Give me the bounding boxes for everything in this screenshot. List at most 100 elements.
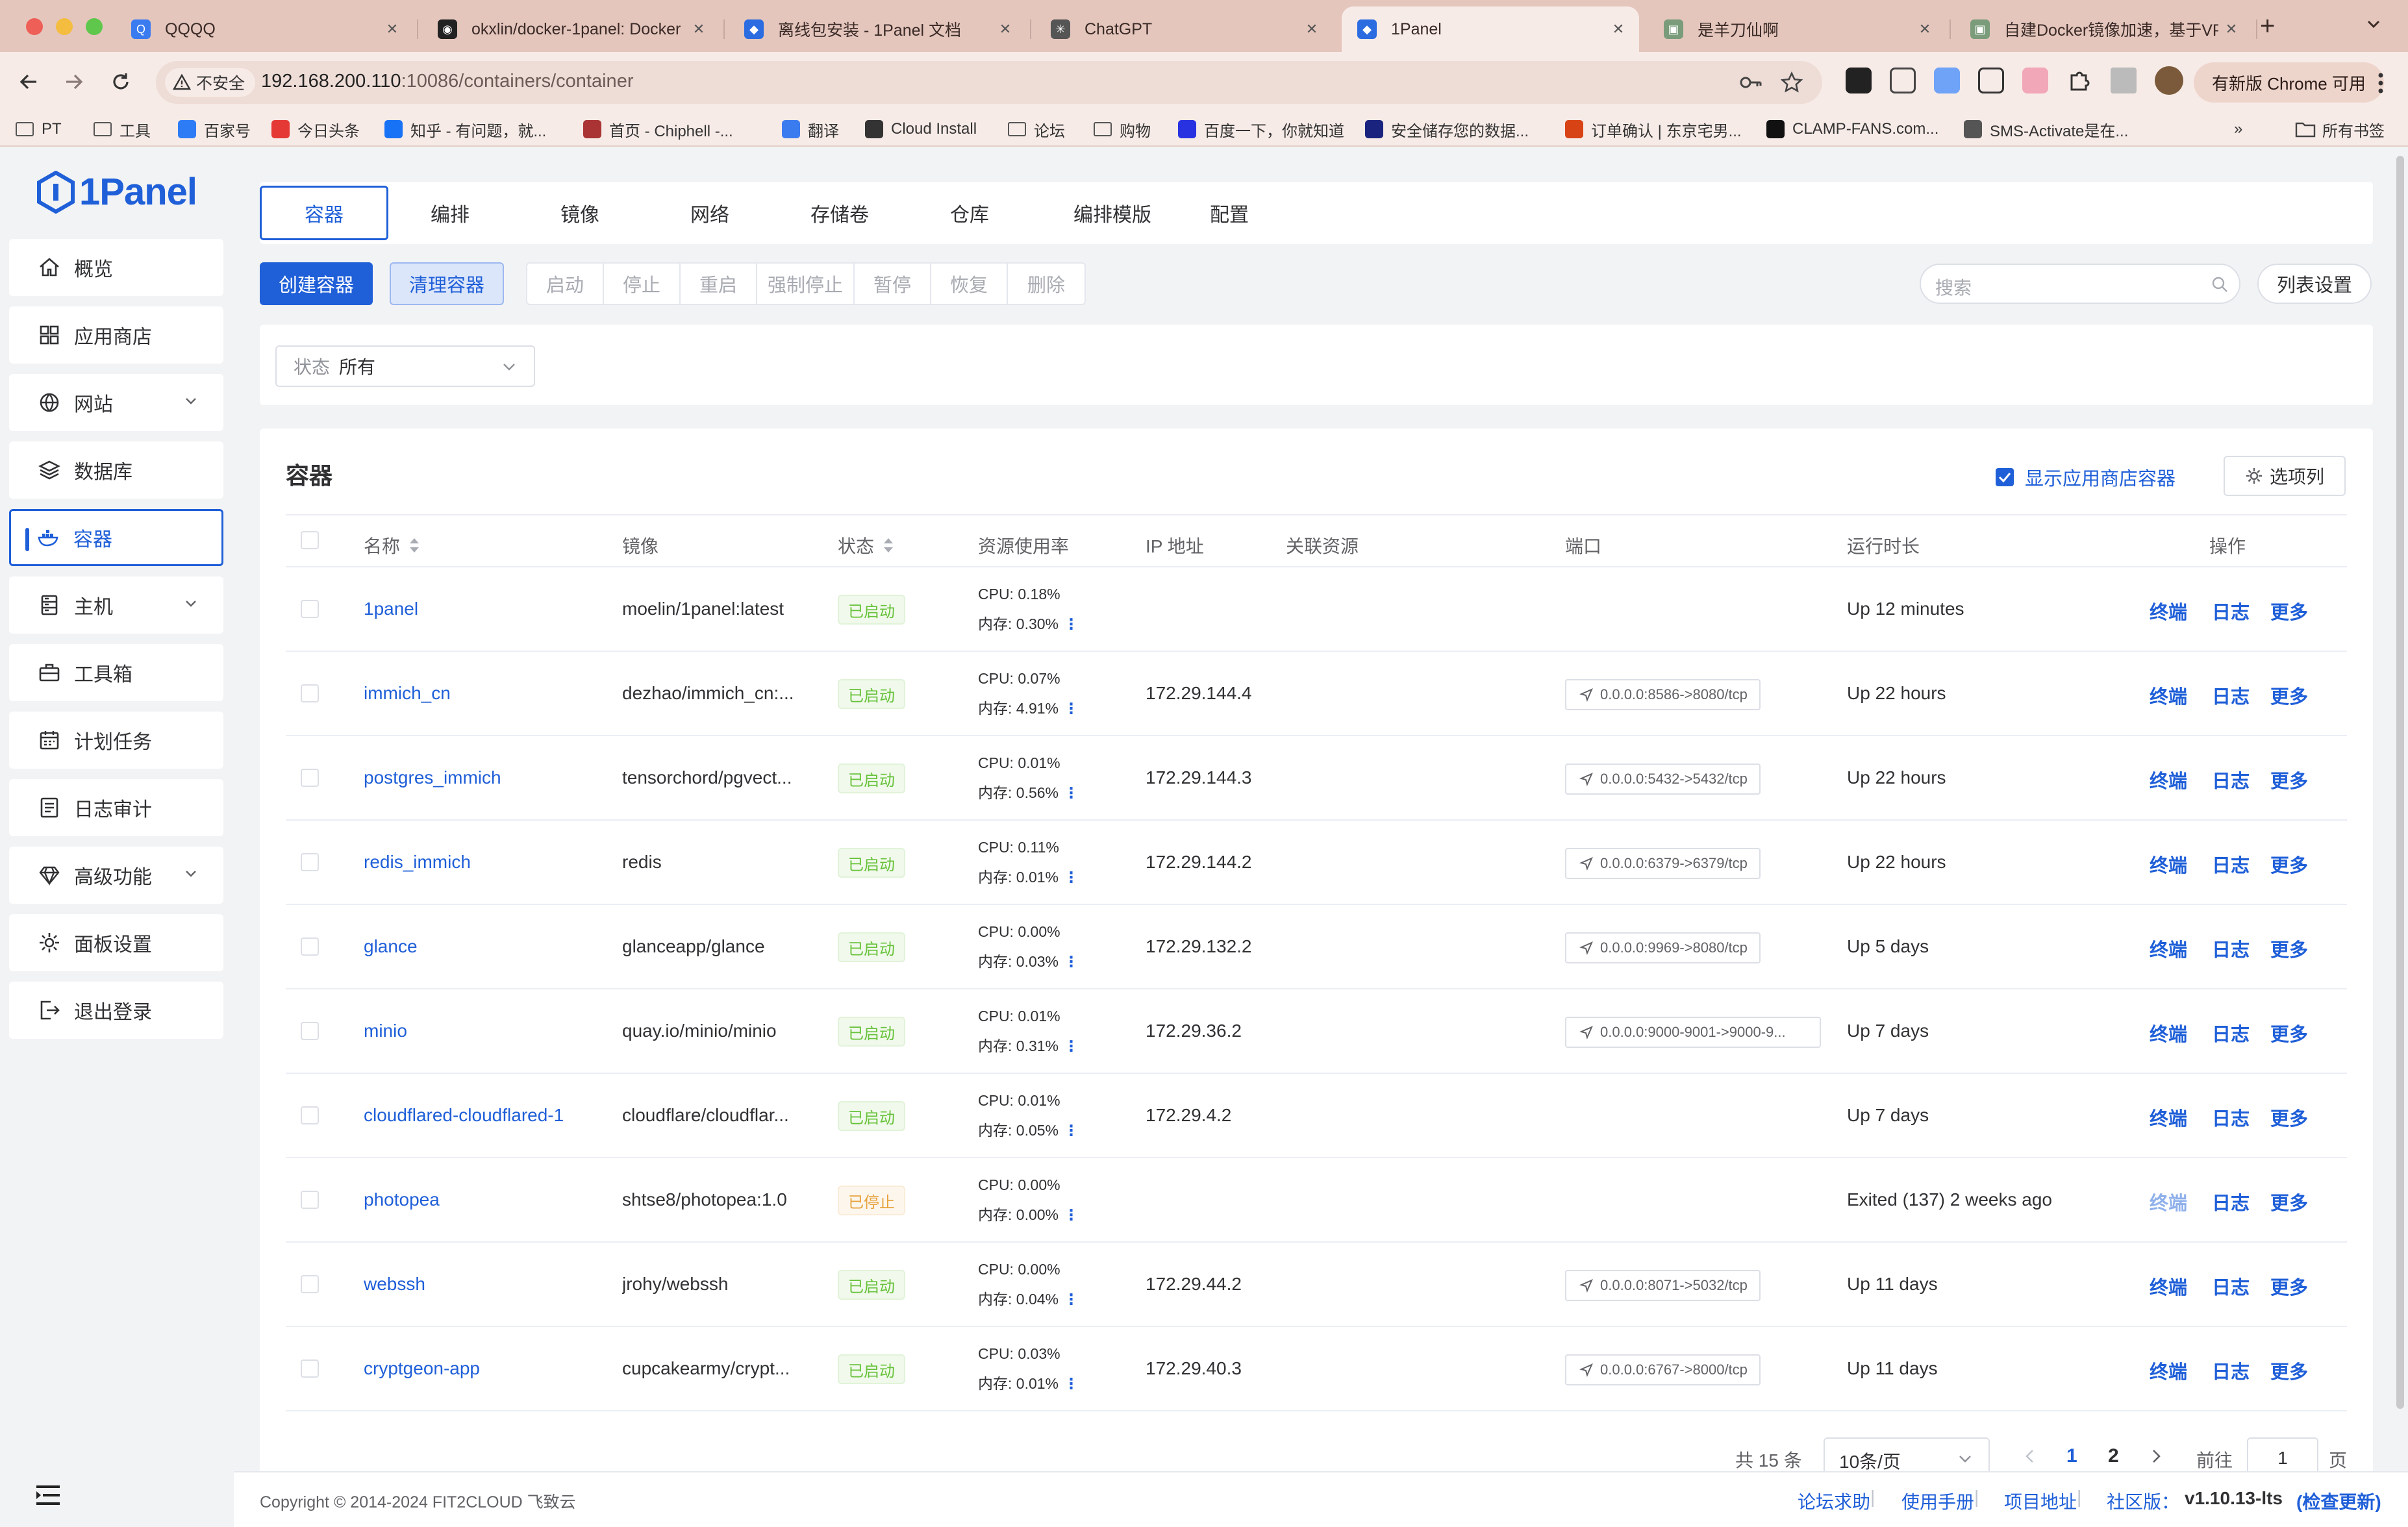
bookmark-item[interactable]: 知乎 - 有问题，就... [384,118,546,140]
tab-close-icon[interactable]: ✕ [379,21,405,38]
more-button[interactable]: 更多 [2270,1019,2308,1047]
subnav-tab[interactable]: 镜像 [520,186,640,240]
bookmark-item[interactable]: 安全储存您的数据... [1365,118,1529,140]
batch-action-button[interactable]: 停止 [604,264,681,304]
bookmark-item[interactable]: 今日头条 [271,118,360,140]
browser-tab[interactable]: ◆ 离线包安装 - 1Panel 文档 ✕ [729,6,1026,52]
logs-button[interactable]: 日志 [2212,682,2250,709]
browser-tab[interactable]: ✳ ChatGPT ✕ [1035,6,1333,52]
row-checkbox[interactable] [301,769,319,787]
logs-button[interactable]: 日志 [2212,1104,2250,1131]
more-button[interactable]: 更多 [2270,935,2308,962]
sidebar-item[interactable]: 日志审计 [9,779,223,836]
resource-detail-icon[interactable]: ⋮ [1064,1037,1079,1054]
tab-search-icon[interactable] [2364,14,2383,34]
sidebar-item[interactable]: 工具箱 [9,644,223,701]
column-settings-button[interactable]: 列表设置 [2257,264,2372,304]
terminal-button[interactable]: 终端 [2150,1104,2187,1131]
forward-icon[interactable] [58,66,90,97]
batch-action-button[interactable]: 恢复 [931,264,1008,304]
resource-detail-icon[interactable]: ⋮ [1064,784,1079,801]
container-name-link[interactable]: cloudflared-cloudflared-1 [364,1105,610,1126]
batch-action-button[interactable]: 暂停 [855,264,931,304]
tab-close-icon[interactable]: ✕ [1912,21,1938,38]
reload-icon[interactable] [105,66,136,97]
select-all-checkbox[interactable] [301,531,319,549]
chrome-update-button[interactable]: 有新版 Chrome 可用 [2194,62,2384,103]
row-checkbox[interactable] [301,1275,319,1293]
tab-close-icon[interactable]: ✕ [1299,21,1325,38]
manual-link[interactable]: 使用手册 [1901,1488,1974,1514]
address-bar[interactable]: 不安全 192.168.200.110:10086/containers/con… [156,61,1822,104]
logs-button[interactable]: 日志 [2212,766,2250,793]
terminal-button[interactable]: 终端 [2150,850,2187,878]
row-checkbox[interactable] [301,1106,319,1124]
logs-button[interactable]: 日志 [2212,850,2250,878]
new-tab-button[interactable]: + [2260,12,2275,41]
row-checkbox[interactable] [301,600,319,618]
port-mapping[interactable]: 0.0.0.0:8586->8080/tcp [1565,679,1761,710]
resource-detail-icon[interactable]: ⋮ [1064,1122,1079,1139]
batch-action-button[interactable]: 删除 [1008,264,1085,304]
sidebar-toggle-icon[interactable] [2111,68,2137,93]
bookmark-item[interactable]: 百家号 [178,118,251,140]
batch-action-button[interactable]: 强制停止 [757,264,855,304]
puzzle-icon[interactable] [2066,68,2092,93]
bookmark-item[interactable]: 工具 [94,118,151,140]
sidebar-item[interactable]: 主机 [9,577,223,634]
logs-button[interactable]: 日志 [2212,1357,2250,1384]
sidebar-item[interactable]: 面板设置 [9,914,223,971]
more-button[interactable]: 更多 [2270,1272,2308,1300]
goto-page-input[interactable]: 1 [2247,1437,2318,1476]
terminal-button[interactable]: 终端 [2150,1019,2187,1047]
resource-detail-icon[interactable]: ⋮ [1064,615,1079,632]
page-2-button[interactable]: 2 [2108,1445,2119,1467]
bookmark-item[interactable]: SMS-Activate是在... [1964,118,2128,140]
collapse-menu-icon[interactable] [35,1484,61,1506]
forum-link[interactable]: 论坛求助 [1798,1488,1870,1514]
sidebar-item[interactable]: 退出登录 [9,982,223,1039]
terminal-button[interactable]: 终端 [2150,597,2187,625]
bookmark-star-icon[interactable] [1781,71,1803,93]
more-button[interactable]: 更多 [2270,1104,2308,1131]
logs-button[interactable]: 日志 [2212,1272,2250,1300]
row-checkbox[interactable] [301,684,319,702]
security-chip[interactable]: 不安全 [165,68,256,97]
more-button[interactable]: 更多 [2270,766,2308,793]
profile-avatar[interactable] [2155,66,2183,95]
sidebar-item[interactable]: 数据库 [9,441,223,499]
logs-button[interactable]: 日志 [2212,597,2250,625]
check-update-link[interactable]: (检查更新) [2296,1488,2381,1514]
more-button[interactable]: 更多 [2270,850,2308,878]
container-name-link[interactable]: immich_cn [364,683,610,704]
sidebar-item[interactable]: 概览 [9,239,223,296]
prune-containers-button[interactable]: 清理容器 [390,262,504,305]
bookmark-item[interactable]: Cloud Install [865,118,977,140]
resource-detail-icon[interactable]: ⋮ [1064,869,1079,886]
url-text[interactable]: 192.168.200.110:10086/containers/contain… [261,71,633,92]
port-mapping[interactable]: 0.0.0.0:6767->8000/tcp [1565,1354,1761,1385]
window-close-button[interactable] [26,18,43,35]
status-filter-select[interactable]: 状态 所有 [275,345,535,387]
port-mapping[interactable]: 0.0.0.0:9969->8080/tcp [1565,932,1761,963]
more-button[interactable]: 更多 [2270,1188,2308,1215]
window-zoom-button[interactable] [86,18,103,35]
kebab-menu-icon[interactable] [2377,71,2385,95]
bookmark-item[interactable]: 翻译 [782,118,839,140]
container-name-link[interactable]: redis_immich [364,852,610,873]
bookmark-item[interactable]: 订单确认 | 东京宅男... [1565,118,1742,140]
extension-icon-1[interactable] [1846,68,1872,93]
sidebar-item[interactable]: 应用商店 [9,306,223,364]
container-name-link[interactable]: cryptgeon-app [364,1358,610,1379]
resource-detail-icon[interactable]: ⋮ [1064,953,1079,970]
back-icon[interactable] [13,66,44,97]
all-bookmarks-folder[interactable]: 所有书签 [2295,118,2385,140]
logs-button[interactable]: 日志 [2212,1188,2250,1215]
subnav-tab[interactable]: 配置 [1169,186,1290,240]
row-checkbox[interactable] [301,1359,319,1378]
logs-button[interactable]: 日志 [2212,935,2250,962]
row-checkbox[interactable] [301,853,319,871]
terminal-button[interactable]: 终端 [2150,682,2187,709]
tab-close-icon[interactable]: ✕ [2218,21,2244,38]
bookmarks-overflow[interactable]: » [2234,118,2242,140]
